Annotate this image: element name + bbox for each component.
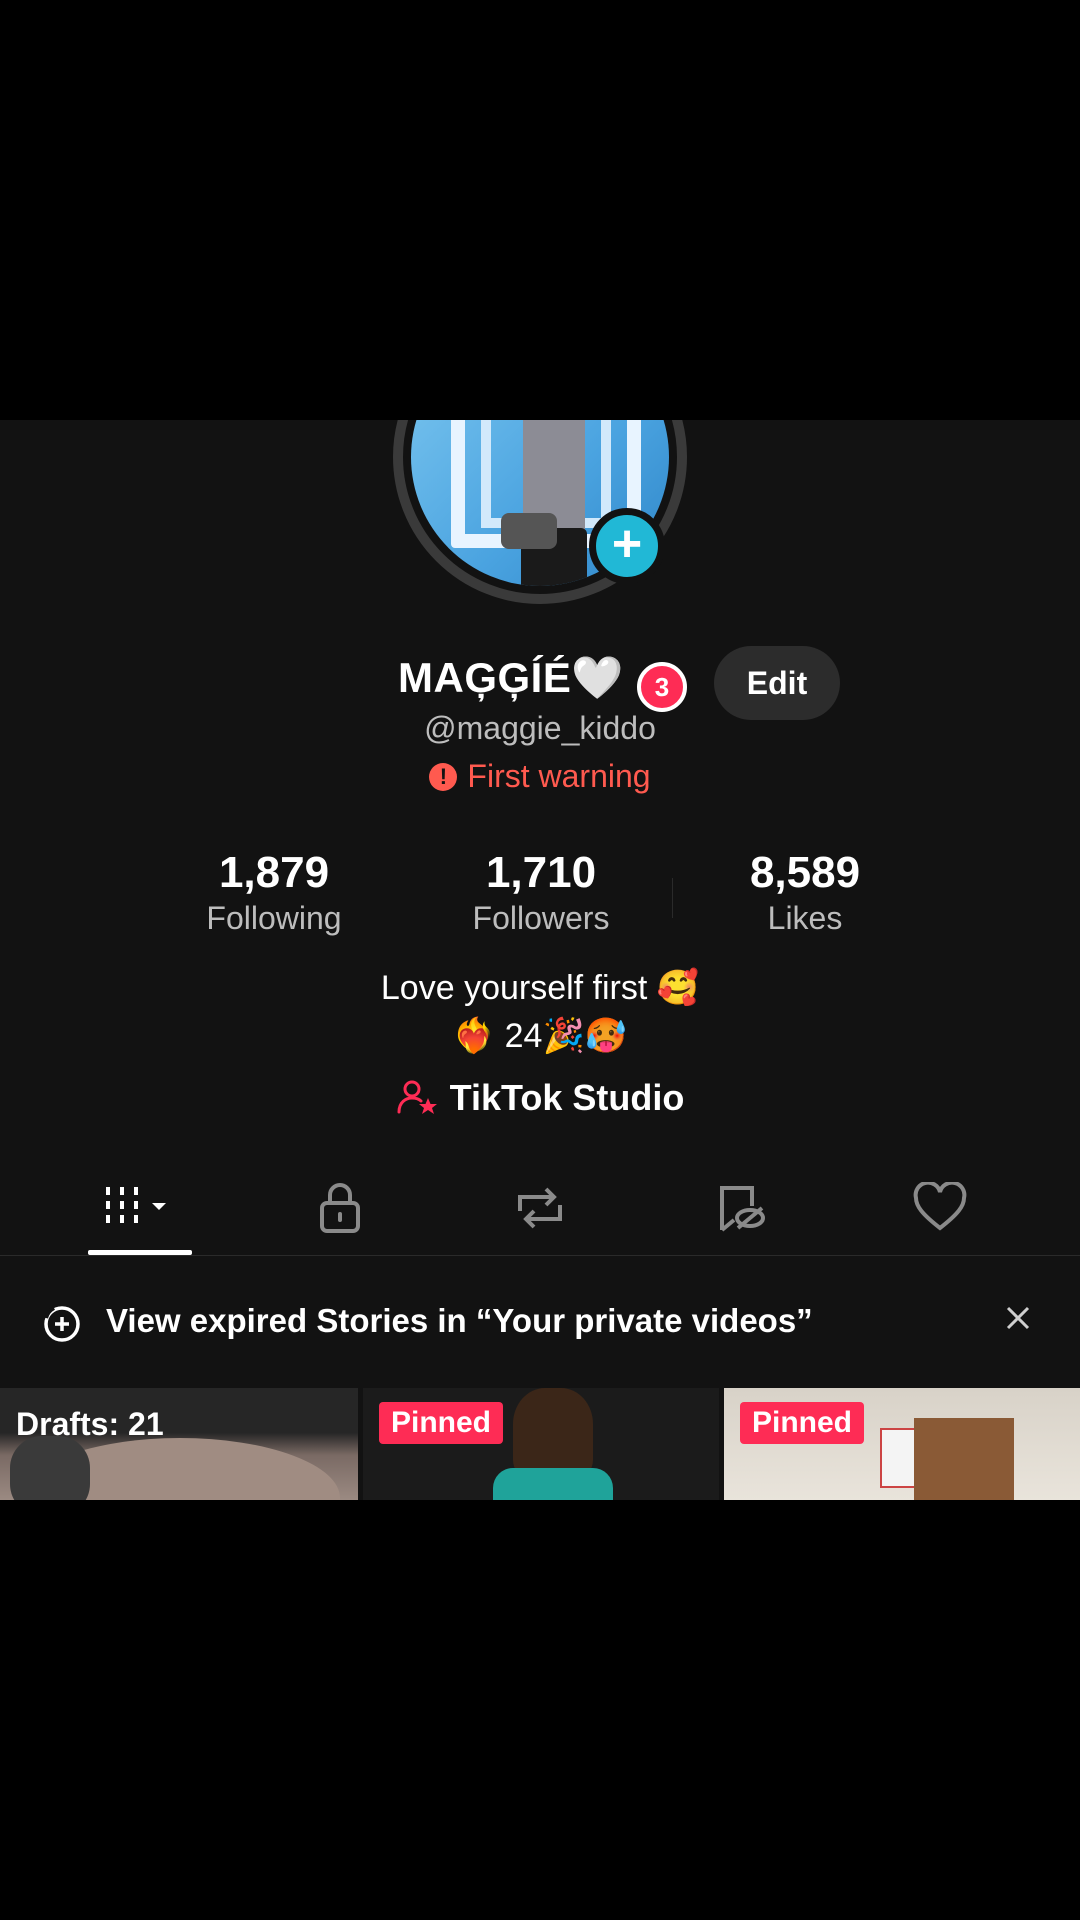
active-tab-indicator bbox=[88, 1250, 192, 1255]
story-add-icon bbox=[44, 1306, 80, 1342]
bio-line-2: ❤️‍🔥 24🎉🥵 bbox=[452, 1017, 628, 1055]
bookmark-hidden-icon bbox=[720, 1186, 765, 1232]
tab-liked[interactable] bbox=[890, 1178, 990, 1238]
tiktok-studio-link[interactable]: TikTok Studio bbox=[0, 1076, 1080, 1120]
following-count: 1,879 bbox=[218, 848, 330, 897]
close-icon[interactable] bbox=[1000, 1300, 1036, 1336]
repost-icon bbox=[518, 1187, 562, 1229]
edit-profile-button[interactable]: Edit bbox=[714, 646, 840, 720]
warning-label: First warning bbox=[467, 758, 651, 794]
expired-stories-banner[interactable]: View expired Stories in “Your private vi… bbox=[0, 1258, 1080, 1388]
content-tabs bbox=[0, 1160, 1080, 1256]
profile-screen: + MAĢĢÍÉ🤍 3 Edit @maggie_kiddo ! First w… bbox=[0, 420, 1080, 1500]
stat-likes[interactable]: 8,589 Likes bbox=[685, 848, 925, 937]
plus-icon: + bbox=[611, 515, 643, 573]
tab-videos[interactable] bbox=[90, 1178, 190, 1238]
pinned-badge: Pinned bbox=[379, 1402, 504, 1444]
tab-favorites[interactable] bbox=[690, 1178, 790, 1238]
notification-badge: 3 bbox=[637, 662, 687, 712]
studio-person-star-icon bbox=[397, 1080, 437, 1114]
tab-private[interactable] bbox=[290, 1178, 390, 1238]
stat-following[interactable]: 1,879 Following bbox=[154, 848, 394, 937]
username: @maggie_kiddo bbox=[424, 710, 656, 746]
stat-followers[interactable]: 1,710 Followers bbox=[421, 848, 661, 937]
lock-icon bbox=[320, 1183, 360, 1233]
video-tile[interactable]: Pinned bbox=[724, 1388, 1080, 1500]
grid-icon bbox=[106, 1187, 166, 1223]
studio-label: TikTok Studio bbox=[449, 1077, 685, 1118]
video-tile[interactable]: Pinned bbox=[363, 1388, 719, 1500]
drafts-label: Drafts: 21 bbox=[16, 1406, 164, 1442]
heart-icon bbox=[913, 1182, 967, 1231]
likes-label: Likes bbox=[767, 900, 843, 936]
display-name: MAĢĢÍÉ🤍 bbox=[398, 654, 625, 701]
warning-link[interactable]: ! First warning bbox=[0, 758, 1080, 795]
followers-count: 1,710 bbox=[485, 848, 597, 897]
banner-text: View expired Stories in “Your private vi… bbox=[106, 1302, 813, 1339]
stats-divider bbox=[672, 878, 673, 918]
likes-count: 8,589 bbox=[749, 848, 861, 897]
bio-line-1: Love yourself first 🥰 bbox=[380, 969, 700, 1007]
tab-reposts[interactable] bbox=[490, 1178, 590, 1238]
video-grid: Drafts: 21 Pinned Pinned bbox=[0, 1388, 1080, 1500]
pinned-badge: Pinned bbox=[740, 1402, 865, 1444]
drafts-tile[interactable]: Drafts: 21 bbox=[0, 1388, 358, 1500]
followers-label: Followers bbox=[472, 900, 610, 936]
alert-icon: ! bbox=[429, 762, 458, 791]
avatar[interactable]: + bbox=[393, 420, 687, 604]
stats-row: 1,879 Following 1,710 Followers 8,589 Li… bbox=[0, 848, 1080, 948]
following-label: Following bbox=[206, 900, 342, 936]
add-story-button[interactable]: + bbox=[589, 508, 665, 584]
